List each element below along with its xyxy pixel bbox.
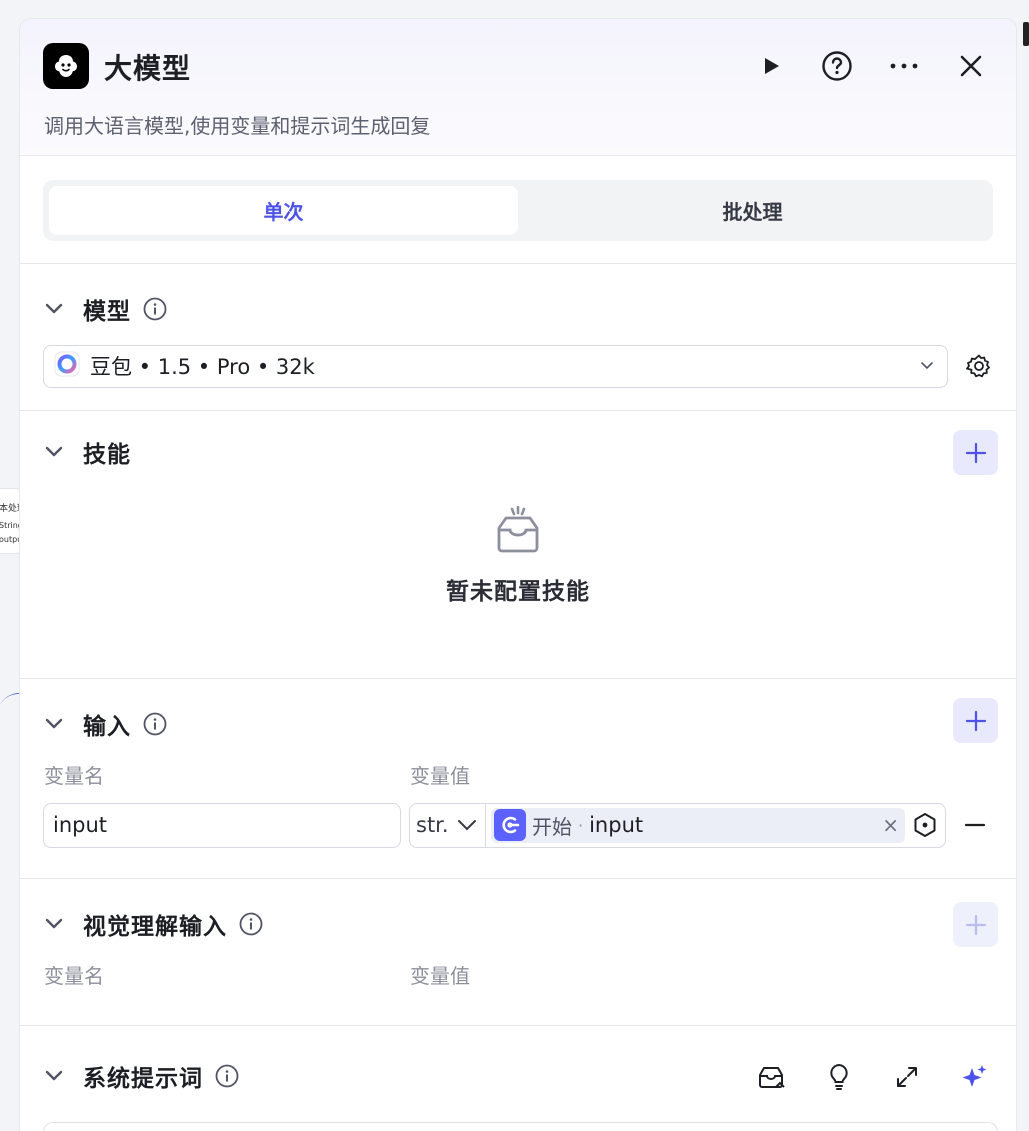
variable-picker-icon (914, 813, 936, 837)
chevron-down-icon[interactable] (44, 913, 66, 935)
reference-variable: input (589, 813, 644, 837)
scroll-handle[interactable] (1023, 22, 1029, 46)
node-config-panel: 大模型 调用大语言模型,使用变量和提示词生成回复 单次 批处理 模型 豆包 • … (19, 18, 1017, 1131)
model-section-title: 模型 (83, 299, 131, 325)
panel-subtitle: 调用大语言模型,使用变量和提示词生成回复 (44, 114, 431, 138)
more-dots-icon (890, 63, 918, 69)
variable-value-field: str. 开始 · input × (409, 802, 946, 848)
llm-logo-icon (43, 43, 89, 89)
info-icon[interactable] (215, 1064, 239, 1088)
expand-icon (897, 1067, 917, 1087)
help-icon (822, 51, 852, 81)
variable-picker-button[interactable] (910, 810, 940, 840)
skills-empty-text: 暂未配置技能 (446, 579, 590, 605)
expand-editor-button[interactable] (890, 1060, 924, 1094)
info-icon[interactable] (143, 297, 167, 321)
variable-name-input[interactable]: input (43, 802, 401, 848)
canvas-node-title: 本处理 (0, 504, 27, 514)
system-prompt-header[interactable]: 系统提示词 (20, 1048, 1016, 1104)
tab-single[interactable]: 单次 (49, 186, 518, 235)
empty-box-icon (497, 506, 539, 553)
plus-icon (965, 710, 986, 731)
prompt-library-icon (759, 1067, 785, 1088)
input-section: 输入 变量名 变量值 input str. 开始 · input × (20, 679, 1016, 879)
more-button[interactable] (887, 49, 921, 83)
play-icon (765, 58, 779, 74)
input-section-header[interactable]: 输入 (20, 696, 1016, 752)
chevron-down-icon[interactable] (44, 1065, 66, 1087)
model-row: 豆包 • 1.5 • Pro • 32k (20, 337, 1016, 395)
gear-icon (966, 354, 990, 378)
chevron-down-icon (457, 820, 476, 831)
skills-section-title: 技能 (83, 442, 131, 468)
model-select[interactable]: 豆包 • 1.5 • Pro • 32k (43, 344, 948, 388)
skills-empty-state: 暂未配置技能 (20, 480, 1016, 670)
plus-icon (965, 914, 986, 935)
tab-batch[interactable]: 批处理 (518, 186, 987, 235)
col-variable-name: 变量名 (44, 963, 104, 988)
minus-icon (965, 823, 985, 827)
system-prompt-section: 系统提示词 (20, 1026, 1016, 1131)
model-name: 豆包 • 1.5 • Pro • 32k (90, 355, 315, 379)
help-button[interactable] (820, 49, 854, 83)
info-icon[interactable] (239, 912, 263, 936)
vision-section-header[interactable]: 视觉理解输入 (20, 896, 1016, 952)
run-button[interactable] (754, 49, 788, 83)
input-section-title: 输入 (83, 714, 131, 740)
model-section: 模型 豆包 • 1.5 • Pro • 32k (20, 264, 1016, 411)
plus-icon (965, 442, 986, 463)
mode-segmented-control: 单次 批处理 (43, 180, 993, 241)
input-column-headers: 变量名 变量值 (20, 752, 1016, 796)
vision-section-title: 视觉理解输入 (83, 914, 227, 940)
model-section-header[interactable]: 模型 (20, 281, 1016, 337)
canvas-node-type: String (0, 521, 23, 530)
reference-separator: · (578, 815, 584, 835)
skills-section: 技能 暂未配置技能 (20, 411, 1016, 679)
variable-type-label: str. (416, 813, 449, 837)
variable-reference-chip[interactable]: 开始 · input × (491, 807, 905, 843)
reference-source-node: 开始 (532, 814, 572, 839)
input-variable-row: input str. 开始 · input × (20, 796, 1016, 854)
system-prompt-title: 系统提示词 (83, 1066, 203, 1092)
start-node-icon (494, 809, 526, 841)
vision-column-headers: 变量名 变量值 (20, 952, 1016, 996)
chevron-down-icon[interactable] (44, 713, 66, 735)
sparkle-icon (962, 1065, 987, 1087)
chevron-down-icon (919, 358, 935, 378)
col-variable-value: 变量值 (410, 763, 470, 788)
system-prompt-toolbar (720, 1060, 992, 1094)
info-icon[interactable] (143, 712, 167, 736)
panel-title: 大模型 (104, 52, 192, 85)
prompt-library-button[interactable] (754, 1060, 788, 1094)
system-prompt-editor[interactable] (43, 1122, 998, 1131)
remove-variable-button[interactable] (960, 810, 990, 840)
close-icon (960, 55, 982, 77)
chevron-down-icon[interactable] (44, 441, 66, 463)
col-variable-value: 变量值 (410, 963, 470, 988)
col-variable-name: 变量名 (44, 763, 104, 788)
canvas-node-output: output (0, 535, 26, 544)
skills-section-header[interactable]: 技能 (20, 424, 1016, 480)
chevron-down-icon[interactable] (44, 298, 66, 320)
variable-type-select[interactable]: str. (410, 803, 486, 847)
close-button[interactable] (954, 49, 988, 83)
prompt-tips-button[interactable] (822, 1060, 856, 1094)
panel-header: 大模型 调用大语言模型,使用变量和提示词生成回复 (20, 19, 1016, 156)
vision-input-section: 视觉理解输入 变量名 变量值 (20, 879, 1016, 1026)
add-input-button[interactable] (953, 698, 998, 743)
mode-switch-section: 单次 批处理 (20, 156, 1016, 264)
doubao-logo-icon (54, 351, 80, 381)
add-skill-button[interactable] (953, 430, 998, 475)
ai-generate-button[interactable] (958, 1060, 992, 1094)
model-settings-button[interactable] (964, 351, 994, 381)
add-vision-input-button[interactable] (953, 902, 998, 947)
lightbulb-icon (830, 1063, 848, 1090)
clear-reference-icon[interactable]: × (882, 813, 899, 837)
